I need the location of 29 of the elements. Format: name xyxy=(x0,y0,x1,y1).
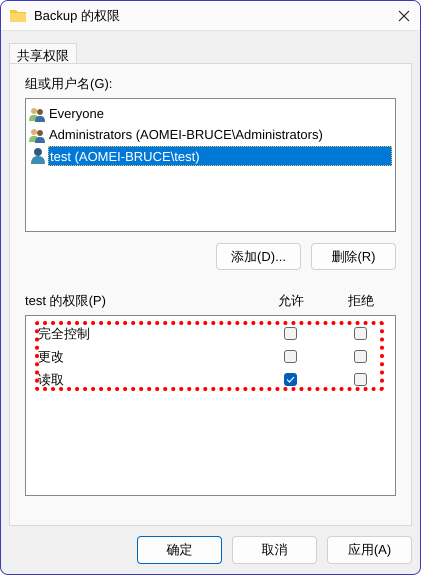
checkbox[interactable] xyxy=(284,373,296,386)
button[interactable]: 取消 xyxy=(232,536,317,564)
button[interactable]: 添加(D)... xyxy=(216,243,301,270)
tab[interactable]: 共享权限 xyxy=(9,43,77,64)
user-item[interactable]: Everyone xyxy=(48,104,105,124)
button[interactable]: 确定 xyxy=(137,536,222,564)
checkbox[interactable] xyxy=(354,350,366,363)
checkbox[interactable] xyxy=(354,327,366,340)
button[interactable]: 删除(R) xyxy=(311,243,396,270)
permission-name: 完全控制 xyxy=(38,324,91,343)
user-icon xyxy=(30,147,44,164)
close-icon[interactable] xyxy=(398,10,410,22)
button[interactable]: 应用(A) xyxy=(327,536,412,564)
window-title: Backup 的权限 xyxy=(34,6,120,25)
user-item[interactable]: test (AOMEI-BRUCE\test) xyxy=(48,146,392,166)
column-header: 允许 xyxy=(278,293,304,308)
users-icon xyxy=(29,106,46,122)
column-header: 拒绝 xyxy=(348,293,374,308)
checkbox[interactable] xyxy=(284,350,296,363)
checkbox[interactable] xyxy=(284,327,296,340)
checkbox[interactable] xyxy=(354,373,366,386)
user-item[interactable]: Administrators (AOMEI-BRUCE\Administrators) xyxy=(48,124,324,144)
group-label: 组或用户名(G): xyxy=(25,75,114,92)
permission-name: 读取 xyxy=(38,370,65,389)
users-icon xyxy=(29,126,46,142)
permission-name: 更改 xyxy=(38,348,65,366)
folder-icon xyxy=(10,9,26,22)
permissions-label: test 的权限(P) xyxy=(25,292,107,310)
user-list[interactable]: Everyone Administrators (AOMEI-BRUCE\Administrators) test (AOMEI-BRUCE\test) xyxy=(25,98,396,232)
